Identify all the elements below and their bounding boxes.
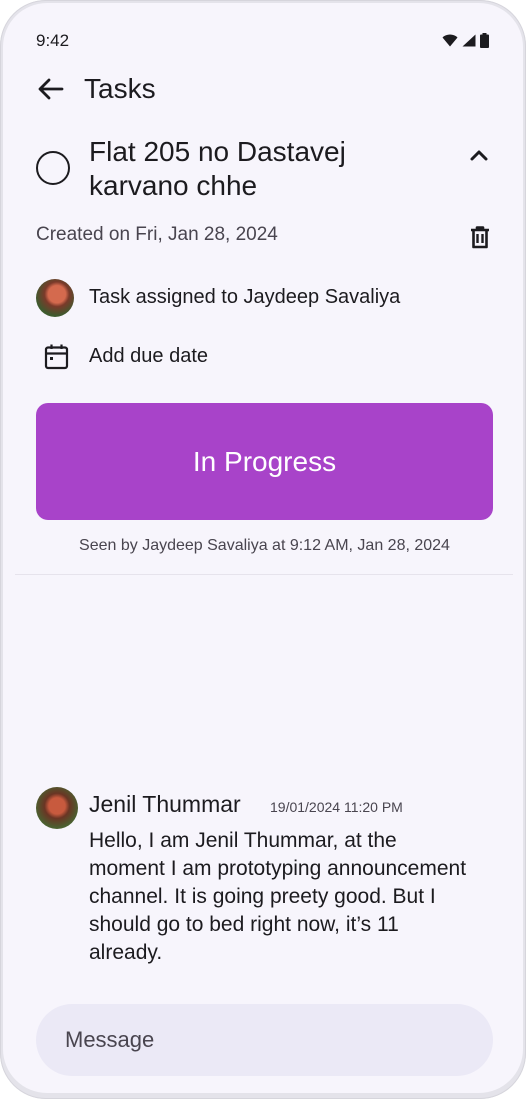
status-bar: 9:42 <box>3 3 523 73</box>
collapse-button[interactable] <box>465 141 493 169</box>
message-author: Jenil Thummar <box>89 791 241 817</box>
back-button[interactable] <box>35 73 67 105</box>
trash-icon <box>471 226 489 249</box>
delete-button[interactable] <box>466 223 494 251</box>
chevron-up-icon <box>470 150 488 161</box>
assignee-avatar <box>36 279 74 317</box>
device-frame: 9:42 Tasks Flat 205 no Dastavej karvano … <box>0 0 526 1099</box>
message-input[interactable] <box>36 1004 493 1076</box>
signal-icon <box>462 34 476 47</box>
battery-icon <box>480 33 489 48</box>
message-body: Hello, I am Jenil Thummar, at the moment… <box>89 829 467 964</box>
seen-status: Seen by Jaydeep Savaliya at 9:12 AM, Jan… <box>79 537 450 554</box>
task-title: Flat 205 no Dastavej karvano chhe <box>89 136 346 201</box>
calendar-icon <box>44 344 69 370</box>
page-title: Tasks <box>84 73 156 104</box>
screen: 9:42 Tasks Flat 205 no Dastavej karvano … <box>3 3 523 1093</box>
due-date-label: Add due date <box>89 345 208 367</box>
status-button[interactable]: In Progress <box>36 403 493 520</box>
divider <box>15 574 513 575</box>
task-complete-checkbox[interactable] <box>36 151 70 185</box>
arrow-back-icon <box>38 78 64 100</box>
message-avatar <box>36 787 78 829</box>
app-bar: Tasks <box>3 65 523 115</box>
add-due-date-row[interactable]: Add due date <box>36 339 496 379</box>
message-timestamp: 19/01/2024 11:20 PM <box>270 799 403 815</box>
wifi-icon <box>442 34 458 47</box>
assignee-row[interactable]: Task assigned to Jaydeep Savaliya <box>36 277 496 317</box>
status-time: 9:42 <box>36 31 70 50</box>
status-icons <box>442 33 489 48</box>
assignee-label: Task assigned to Jaydeep Savaliya <box>89 286 401 308</box>
created-date: Created on Fri, Jan 28, 2024 <box>36 224 278 245</box>
